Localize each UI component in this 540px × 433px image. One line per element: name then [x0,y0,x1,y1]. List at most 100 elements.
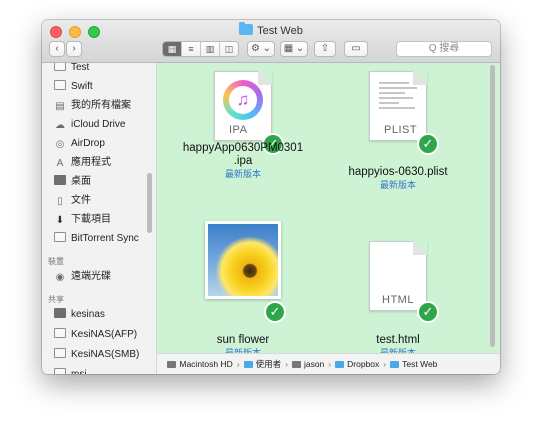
sidebar-item-airdrop[interactable]: ◎ AirDrop [54,136,105,152]
sidebar-scrollbar[interactable] [147,173,152,233]
hard-drive-icon [167,361,177,368]
devices-heading: 裝置 [48,257,64,266]
path-item-users[interactable]: 使用者 [243,354,281,374]
server-icon [54,308,66,318]
shared-heading: 共享 [48,295,64,304]
server-icon [54,368,66,374]
file-status: 最新版本 [224,169,261,179]
path-item-test-web[interactable]: Test Web [390,354,437,374]
sidebar-item-applications[interactable]: A 應用程式 [54,155,111,171]
folder-icon [54,232,66,242]
list-view-icon[interactable]: ≡ [182,42,201,56]
path-separator-icon: › [285,359,288,369]
sidebar-item-documents[interactable]: ▯ 文件 [54,193,91,209]
sidebar-item-label: 我的所有檔案 [71,100,131,111]
content-scrollbar[interactable] [490,65,495,347]
sidebar-item-desktop[interactable]: 桌面 [54,174,91,190]
folder-icon [335,361,345,368]
all-files-icon: ▤ [55,101,65,112]
sidebar-item-label: KesiNAS(SMB) [71,349,140,360]
sidebar-item-label: 桌面 [71,176,91,187]
music-note-icon: ♫ [229,86,257,114]
forward-button[interactable]: › [66,41,82,57]
share-button[interactable]: ⇧ [314,41,336,57]
path-item-label: Dropbox [347,359,380,369]
sidebar-item-label: 遠端光碟 [71,271,111,282]
sidebar-item-label: 下載項目 [71,214,111,225]
synced-check-icon: ✓ [417,133,439,155]
sidebar-item-kesinas-smb[interactable]: KesiNAS(SMB) [54,347,139,363]
sidebar-item-label: AirDrop [71,138,105,149]
tag-button[interactable]: ▭ [344,41,368,57]
coverflow-view-icon[interactable]: ◫ [220,42,238,56]
downloads-icon: ⬇ [55,215,65,226]
file-name-ext: .ipa [233,155,253,167]
page-fold-icon [413,241,427,255]
sidebar-item-all-files[interactable]: ▤ 我的所有檔案 [54,98,131,114]
sidebar-item-label: 應用程式 [71,157,111,168]
cloud-icon: ☁ [55,120,65,131]
window-title: Test Web [42,22,500,39]
file-grid: ♫ IPA ✓ happyApp0630PM0301 .ipa 最新版本 PLI… [157,63,500,358]
file-name: happyios-0630.plist [348,166,448,178]
documents-icon: ▯ [57,196,63,207]
page-fold-icon [258,71,272,85]
sidebar-item-icloud[interactable]: ☁ iCloud Drive [54,117,125,133]
sidebar-item-label: BitTorrent Sync [71,233,139,244]
doc-type-label: PLIST [384,124,418,136]
sidebar-item-swift[interactable]: Swift [54,79,93,95]
sidebar-item-downloads[interactable]: ⬇ 下載項目 [54,212,111,228]
airdrop-icon: ◎ [55,139,65,150]
folder-icon [54,63,66,71]
sidebar-item-test[interactable]: Test [54,63,89,76]
path-separator-icon: › [236,359,240,369]
search-input[interactable]: Q 搜尋 [396,41,492,57]
folder-icon [243,361,253,368]
arrange-menu-button[interactable]: ▦ ⌄ [280,41,308,57]
sidebar-item-msi[interactable]: msi [54,367,87,374]
sidebar-item-label: msi [71,369,87,374]
applications-icon: A [56,158,64,169]
text-lines-icon [379,82,419,112]
path-item-label: jason [303,359,325,369]
path-bar: Macintosh HD › 使用者 › jason › Dropbox › Test Web [157,353,500,374]
path-item-home[interactable]: jason [291,354,325,374]
sidebar-item-label: iCloud Drive [71,119,126,130]
ipa-document-icon: ♫ IPA [214,71,272,141]
grid-view-icon[interactable]: ▦ [163,42,182,56]
finder-window: Test Web ‹ › ▦ ≡ ▥ ◫ ⚙ ⌄ ▦ ⌄ ⇧ ▭ Q 搜尋 Te… [42,20,500,374]
window-title-text: Test Web [257,25,303,37]
sidebar-item-label: 文件 [71,195,91,206]
folder-icon [390,361,400,368]
column-view-icon[interactable]: ▥ [201,42,220,56]
sidebar-item-label: kesinas [71,309,105,320]
action-menu-button[interactable]: ⚙ ⌄ [247,41,275,57]
itunes-icon: ♫ [223,80,263,120]
doc-type-label: HTML [382,294,414,306]
path-item-dropbox[interactable]: Dropbox [335,354,379,374]
html-document-icon: HTML [369,241,427,311]
server-icon [54,328,66,338]
folder-icon [54,80,66,90]
sidebar-item-label: KesiNAS(AFP) [71,329,138,340]
path-item-hd[interactable]: Macintosh HD [167,354,233,374]
sidebar-item-kesinas-afp[interactable]: KesiNAS(AFP) [54,327,137,343]
view-mode-control: ▦ ≡ ▥ ◫ [162,41,239,57]
file-name: test.html [376,334,420,346]
sidebar-item-remote-disc[interactable]: ◉ 遠端光碟 [54,269,111,285]
sunflower-thumbnail [205,221,281,299]
back-button[interactable]: ‹ [49,41,65,57]
synced-check-icon: ✓ [417,301,439,323]
file-name: sun flower [216,334,270,346]
synced-check-icon: ✓ [264,301,286,323]
path-separator-icon: › [383,359,387,369]
path-item-label: Macintosh HD [179,359,233,369]
server-icon [54,348,66,358]
sidebar-item-kesinas[interactable]: kesinas [54,307,105,323]
plist-document-icon: PLIST [369,71,427,141]
path-separator-icon: › [328,359,332,369]
sidebar-item-label: Swift [71,81,93,92]
sidebar: Test Swift ▤ 我的所有檔案 ☁ iCloud Drive ◎ AirDro… [42,63,157,374]
sidebar-item-bittorrent[interactable]: BitTorrent Sync [54,231,139,247]
titlebar: Test Web ‹ › ▦ ≡ ▥ ◫ ⚙ ⌄ ▦ ⌄ ⇧ ▭ Q 搜尋 [42,20,500,63]
